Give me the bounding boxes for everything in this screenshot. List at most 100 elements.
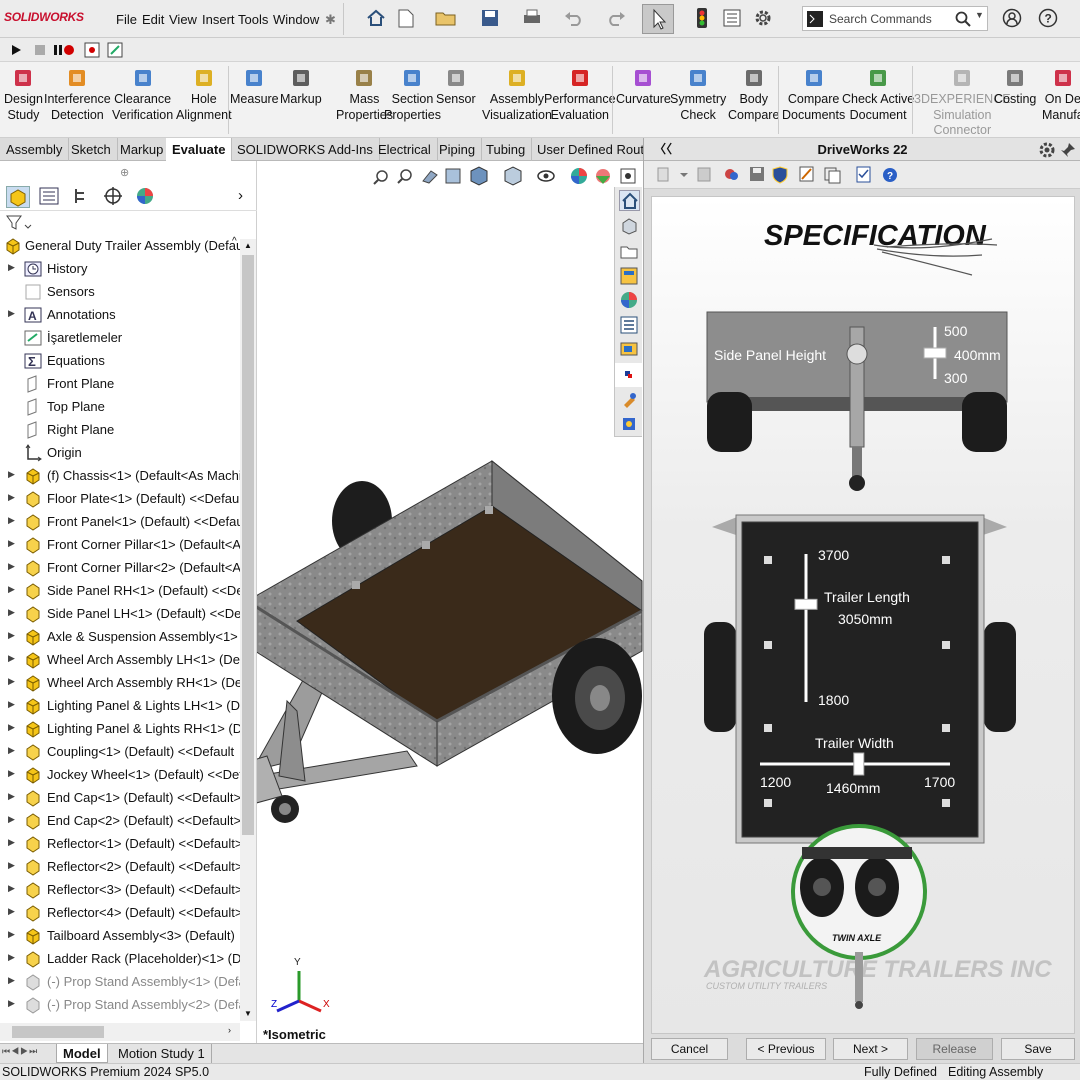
add-in-config-icon[interactable] — [620, 415, 638, 436]
hscroll-thumb[interactable] — [12, 1026, 104, 1038]
menu-window[interactable]: Window — [273, 12, 319, 27]
ribbon-button-9[interactable]: Assembly Visualization — [482, 64, 552, 123]
ribbon-button-1[interactable]: Interference Detection — [44, 64, 111, 123]
tree-item[interactable]: ▶ Axle & Suspension Assembly<1> ( — [0, 625, 240, 648]
tree-item[interactable]: Front Plane — [0, 372, 240, 395]
ribbon-button-14[interactable]: Compare Documents — [782, 64, 845, 123]
expand-arrow-icon[interactable]: ▶ — [8, 883, 15, 894]
width-slider-thumb[interactable] — [853, 752, 865, 776]
expand-arrow-icon[interactable]: ▶ — [8, 308, 15, 319]
expand-arrow-icon[interactable]: ▶ — [8, 768, 15, 779]
display-manager-tab-icon[interactable] — [134, 186, 156, 209]
menu-file[interactable]: File — [116, 12, 137, 27]
expand-arrow-icon[interactable]: ▶ — [8, 929, 15, 940]
redo-icon[interactable] — [604, 7, 628, 29]
tree-item[interactable]: ▶ Lighting Panel & Lights LH<1> (De — [0, 694, 240, 717]
search-commands-field[interactable]: Search Commands ▼ — [802, 6, 988, 31]
scroll-down-icon[interactable]: ▼ — [244, 1009, 252, 1018]
tree-item[interactable]: Top Plane — [0, 395, 240, 418]
tree-item[interactable]: ▶ End Cap<1> (Default) <<Default> — [0, 786, 240, 809]
tree-item[interactable]: ▶ Reflector<2> (Default) <<Default> — [0, 855, 240, 878]
view-palette-icon[interactable] — [620, 267, 638, 288]
tree-item[interactable]: ▶ Front Panel<1> (Default) <<Defau — [0, 510, 240, 533]
pin-pane-icon[interactable] — [1060, 142, 1076, 158]
tree-item[interactable]: ▶ Reflector<3> (Default) <<Default> — [0, 878, 240, 901]
filter-icon[interactable] — [6, 215, 32, 234]
tree-item[interactable]: ▶ Lighting Panel & Lights RH<1> (D — [0, 717, 240, 740]
file-explorer-icon[interactable] — [620, 243, 638, 264]
tree-item[interactable]: ▶ Side Panel RH<1> (Default) <<De — [0, 579, 240, 602]
expand-arrow-icon[interactable]: ▶ — [8, 699, 15, 710]
ribbon-button-4[interactable]: Measure — [230, 64, 279, 108]
tree-item[interactable]: İşaretlemeler — [0, 326, 240, 349]
edit-macro-icon[interactable] — [103, 39, 127, 61]
new-document-icon[interactable] — [394, 7, 418, 29]
options-gear-icon[interactable] — [751, 7, 775, 29]
tree-item[interactable]: ▶ Floor Plate<1> (Default) <<Defaul — [0, 487, 240, 510]
undo-icon[interactable] — [562, 7, 586, 29]
expand-arrow-icon[interactable]: ▶ — [8, 607, 15, 618]
side-panel-slider-thumb[interactable] — [923, 347, 947, 359]
tree-item[interactable]: Σ Equations — [0, 349, 240, 372]
tree-item[interactable]: ▶ Front Corner Pillar<2> (Default<As — [0, 556, 240, 579]
expand-arrow-icon[interactable]: ▶ — [8, 791, 15, 802]
tree-item[interactable]: ▶ Wheel Arch Assembly LH<1> (Def — [0, 648, 240, 671]
expand-arrow-icon[interactable]: ▶ — [8, 538, 15, 549]
new-macro-icon[interactable] — [80, 39, 104, 61]
ribbon-button-17[interactable]: Costing — [994, 64, 1036, 108]
previous-button[interactable]: < Previous — [746, 1038, 826, 1060]
appearances-icon[interactable] — [620, 291, 638, 312]
ribbon-button-12[interactable]: Symmetry Check — [670, 64, 726, 123]
ribbon-button-8[interactable]: Sensor — [436, 64, 476, 108]
ribbon-button-15[interactable]: Check Active Document — [842, 64, 914, 123]
property-manager-tab-icon[interactable] — [38, 186, 60, 209]
menu-insert[interactable]: Insert — [202, 12, 235, 27]
expand-arrow-icon[interactable]: ▶ — [8, 998, 15, 1009]
search-icon[interactable] — [955, 11, 971, 27]
tab-scroll-arrows-icon[interactable]: ⏮◀▶⏭ — [2, 1046, 38, 1057]
rebuild-traffic-light-icon[interactable] — [690, 7, 714, 29]
expand-arrow-icon[interactable]: ▶ — [8, 952, 15, 963]
expand-arrow-icon[interactable]: ▶ — [8, 975, 15, 986]
menu-edit[interactable]: Edit — [142, 12, 164, 27]
panel-handle-icon[interactable]: ⊕ — [120, 166, 129, 179]
home-icon[interactable] — [364, 7, 388, 29]
tab-markup[interactable]: Markup — [114, 138, 171, 161]
ribbon-button-11[interactable]: Curvature — [616, 64, 671, 108]
release-button[interactable]: Release — [916, 1038, 993, 1060]
solidworks-forum-icon[interactable] — [620, 340, 638, 361]
expand-arrow-icon[interactable]: ▶ — [8, 676, 15, 687]
design-library-icon[interactable] — [620, 217, 638, 238]
tree-item[interactable]: ▶ A Annotations — [0, 303, 240, 326]
expand-arrow-icon[interactable]: ▶ — [8, 722, 15, 733]
solidworks-resources-icon[interactable] — [619, 190, 640, 211]
ribbon-button-10[interactable]: Performance Evaluation — [544, 64, 616, 123]
tab-model[interactable]: Model — [56, 1044, 108, 1063]
expand-arrow-icon[interactable]: ▶ — [8, 745, 15, 756]
tree-scrollbar[interactable]: ▲ ▼ — [240, 239, 256, 1021]
open-icon[interactable] — [434, 7, 458, 29]
tab-evaluate[interactable]: Evaluate — [166, 138, 233, 161]
expand-arrow-icon[interactable]: ▶ — [8, 561, 15, 572]
configuration-manager-tab-icon[interactable] — [70, 186, 92, 209]
settings-gear-icon[interactable] — [1038, 141, 1056, 159]
expand-arrow-icon[interactable]: › — [238, 187, 243, 204]
user-account-icon[interactable] — [1000, 7, 1024, 29]
custom-properties-icon[interactable] — [620, 316, 638, 337]
tree-item[interactable]: ▶ History — [0, 257, 240, 280]
menu-tools[interactable]: Tools — [238, 12, 268, 27]
help-icon[interactable]: ? — [1036, 7, 1060, 29]
hscroll-right-icon[interactable]: › — [228, 1025, 231, 1035]
tree-hscrollbar[interactable]: › — [0, 1023, 240, 1041]
record-macro-icon[interactable] — [52, 39, 76, 61]
ribbon-button-0[interactable]: Design Study — [4, 64, 43, 123]
length-slider-thumb[interactable] — [794, 598, 818, 610]
tree-item[interactable]: ▶ (-) Prop Stand Assembly<1> (Defa — [0, 970, 240, 993]
expand-arrow-icon[interactable]: ▶ — [8, 653, 15, 664]
tree-item[interactable]: ▶ Coupling<1> (Default) <<Default — [0, 740, 240, 763]
expand-arrow-icon[interactable]: ▶ — [8, 837, 15, 848]
tree-item[interactable]: ▶ (-) Prop Stand Assembly<2> (Defa — [0, 993, 240, 1016]
tree-item[interactable]: ▶ Reflector<4> (Default) <<Default> — [0, 901, 240, 924]
expand-arrow-icon[interactable]: ▶ — [8, 492, 15, 503]
expand-arrow-icon[interactable]: ▶ — [8, 262, 15, 273]
